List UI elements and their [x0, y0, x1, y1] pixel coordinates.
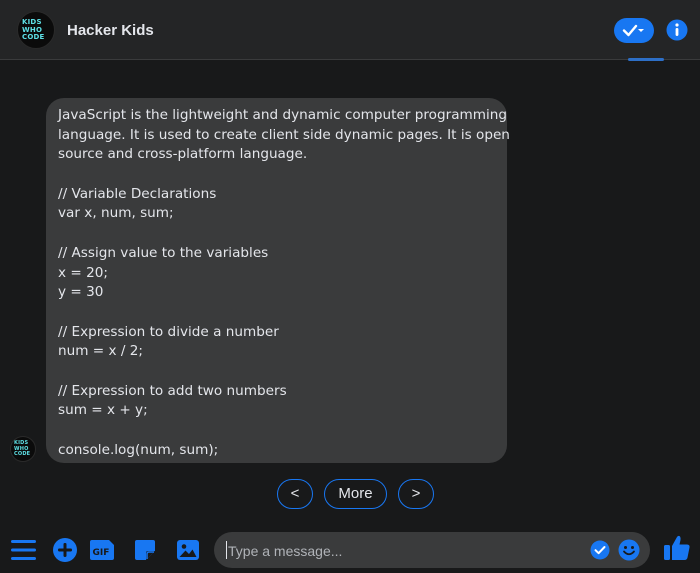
message-line: // Variable Declarations	[58, 185, 217, 202]
info-icon[interactable]	[666, 19, 688, 41]
message-line: y = 30	[58, 284, 104, 301]
image-icon[interactable]	[176, 538, 200, 562]
message-line	[58, 303, 495, 323]
more-button[interactable]: More	[324, 479, 387, 509]
message-line: // Assign value to the variables	[58, 244, 269, 261]
message-line: var x, num, sum;	[58, 205, 174, 222]
checkmark-icon[interactable]	[590, 540, 610, 560]
text-cursor	[226, 541, 227, 559]
message-bubble: JavaScript is the lightweight and dynami…	[46, 98, 510, 463]
sticker-icon[interactable]	[133, 538, 157, 562]
add-icon[interactable]	[53, 538, 77, 562]
prev-button[interactable]: <	[277, 479, 313, 509]
message-line: // Expression to divide a number	[58, 323, 279, 340]
chat-header: KIDS WHO CODE Hacker Kids	[0, 0, 700, 60]
message-line: num = x / 2;	[58, 343, 144, 360]
message-input-wrapper	[214, 532, 650, 570]
message-line: language. It is used to create client si…	[58, 126, 510, 143]
next-button[interactable]: >	[398, 479, 434, 509]
gif-icon[interactable]: GIF	[89, 538, 115, 562]
chat-title[interactable]: Hacker Kids	[67, 22, 154, 39]
menu-icon[interactable]	[11, 539, 36, 561]
emoji-icon[interactable]	[618, 539, 640, 561]
avatar-logo: KIDS WHO CODE	[14, 440, 31, 457]
message-line: source and cross-platform language.	[58, 146, 308, 163]
page-avatar[interactable]: KIDS WHO CODE	[17, 11, 55, 49]
message-line	[58, 362, 495, 382]
message-line: sum = x + y;	[58, 402, 148, 419]
checkmark-dropdown-button[interactable]	[614, 18, 654, 43]
avatar-logo: KIDS WHO CODE	[22, 18, 45, 41]
message-line	[58, 224, 495, 244]
message-line: // Expression to add two numbers	[58, 382, 287, 399]
message-line	[58, 421, 495, 441]
message-line	[58, 165, 495, 185]
like-icon[interactable]	[663, 534, 691, 562]
scroll-indicator	[628, 58, 664, 61]
message-line: JavaScript is the lightweight and dynami…	[58, 107, 508, 123]
sender-avatar: KIDS WHO CODE	[10, 436, 36, 462]
checkmark-icon	[622, 24, 644, 37]
message-input[interactable]	[226, 532, 590, 570]
svg-text:GIF: GIF	[93, 548, 110, 558]
message-line: console.log(num, sum);	[58, 441, 219, 458]
message-line: x = 20;	[58, 264, 108, 281]
